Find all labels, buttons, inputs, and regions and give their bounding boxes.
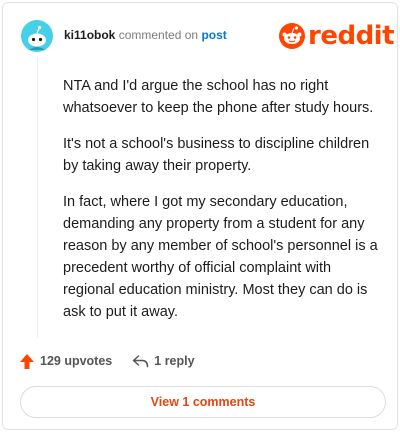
reply-count: 1 reply (154, 354, 195, 368)
reddit-logo-icon (279, 23, 305, 49)
comment-actions: 129 upvotes 1 reply (19, 351, 195, 371)
reply-arrow-icon (133, 354, 149, 367)
post-link[interactable]: post (201, 28, 226, 42)
reddit-logo[interactable]: reddit (279, 21, 395, 51)
view-comments-button[interactable]: View 1 comments (20, 386, 386, 418)
reddit-avatar-icon (21, 20, 53, 52)
comment-card: ki11obok commented on post reddit NTA an… (2, 2, 398, 430)
thread-line[interactable] (37, 56, 38, 338)
comment-body: NTA and I'd argue the school has no righ… (63, 75, 381, 337)
upvote-count: 129 upvotes (40, 354, 113, 368)
comment-paragraph: NTA and I'd argue the school has no righ… (63, 78, 374, 116)
brand-name: reddit (308, 21, 395, 51)
comment-paragraph: It's not a school's business to discipli… (63, 136, 370, 174)
comment-header: ki11obok commented on post (64, 28, 227, 42)
reply-button[interactable]: 1 reply (132, 354, 195, 369)
upvote-arrow-icon (20, 353, 34, 369)
avatar[interactable] (21, 20, 53, 52)
username[interactable]: ki11obok (64, 28, 115, 42)
comment-paragraph: In fact, where I got my secondary educat… (63, 194, 378, 320)
action-text: commented on (118, 28, 199, 42)
upvote-button[interactable]: 129 upvotes (19, 353, 112, 370)
